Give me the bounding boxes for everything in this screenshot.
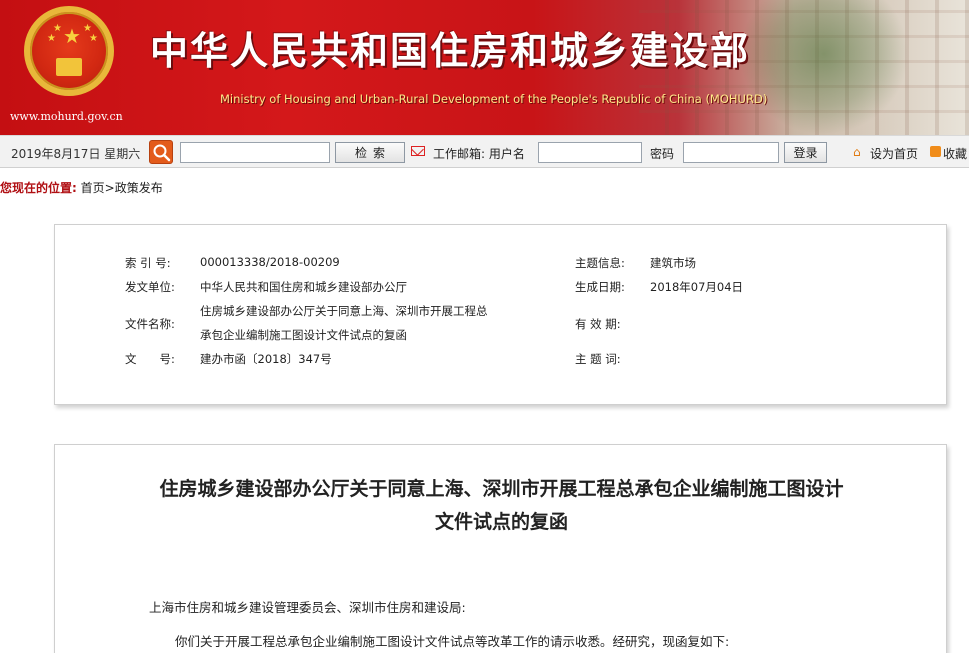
filename-value-line1: 住房城乡建设部办公厅关于同意上海、深圳市开展工程总 xyxy=(200,304,488,318)
breadcrumb-current-link[interactable]: 政策发布 xyxy=(115,181,163,195)
document-content-panel: 住房城乡建设部办公厅关于同意上海、深圳市开展工程总承包企业编制施工图设计 文件试… xyxy=(54,444,947,653)
site-subtitle: Ministry of Housing and Urban-Rural Deve… xyxy=(220,92,768,106)
star-icon: ★ xyxy=(47,33,56,44)
login-button[interactable]: 登录 xyxy=(784,142,827,163)
password-label: 密码 xyxy=(650,147,675,161)
breadcrumb-home-link[interactable]: 首页 xyxy=(81,181,105,195)
site-title: 中华人民共和国住房和城乡建设部 xyxy=(150,28,751,73)
search-icon[interactable] xyxy=(149,140,173,164)
validity-label: 有 效 期: xyxy=(575,317,621,331)
star-icon: ★ xyxy=(53,23,62,34)
favorite-link[interactable]: 收藏 xyxy=(943,145,967,162)
index-number-label: 索 引 号: xyxy=(125,256,171,270)
star-icon: ★ xyxy=(89,33,98,44)
search-button[interactable]: 检索 xyxy=(335,142,405,163)
search-input[interactable] xyxy=(180,142,330,163)
document-metadata-panel: 索 引 号: 000013338/2018-00209 发文单位: 中华人民共和… xyxy=(54,224,947,405)
breadcrumb-label: 您现在的位置: xyxy=(0,181,77,195)
star-icon: ★ xyxy=(63,24,81,48)
document-number-value: 建办市函〔2018〕347号 xyxy=(200,352,332,366)
document-paragraph: 你们关于开展工程总承包企业编制施工图设计文件试点等改革工作的请示收悉。经研究，现… xyxy=(175,634,730,649)
index-number-value: 000013338/2018-00209 xyxy=(200,255,340,269)
document-title: 住房城乡建设部办公厅关于同意上海、深圳市开展工程总承包企业编制施工图设计 文件试… xyxy=(85,473,918,539)
issuer-value: 中华人民共和国住房和城乡建设部办公厅 xyxy=(200,280,407,294)
header-banner: ★ ★ ★ ★ ★ www.mohurd.gov.cn 中华人民共和国住房和城乡… xyxy=(0,0,969,135)
mail-icon xyxy=(411,146,425,156)
username-input[interactable] xyxy=(538,142,642,163)
generated-date-label: 生成日期: xyxy=(575,280,625,294)
tree-background xyxy=(739,0,909,135)
set-homepage-link[interactable]: 设为首页 xyxy=(870,145,918,162)
document-title-line2: 文件试点的复函 xyxy=(434,511,568,533)
filename-value-line2: 承包企业编制施工图设计文件试点的复函 xyxy=(200,328,407,342)
generated-date-value: 2018年07月04日 xyxy=(650,280,744,294)
rss-icon[interactable] xyxy=(930,146,941,157)
breadcrumb-separator: > xyxy=(104,181,115,195)
topic-label: 主题信息: xyxy=(575,256,625,270)
toolbar: 2019年8月17日 星期六 检索 工作邮箱: 用户名 密码 登录 ⌂ 设为首页… xyxy=(0,135,969,168)
document-number-label: 文 号: xyxy=(125,352,175,366)
document-salutation: 上海市住房和城乡建设管理委员会、深圳市住房和建设局: xyxy=(149,600,466,615)
mail-username-label: 工作邮箱: 用户名 xyxy=(433,147,525,161)
topic-value: 建筑市场 xyxy=(650,256,696,270)
tiananmen-icon xyxy=(56,58,82,76)
current-date: 2019年8月17日 星期六 xyxy=(11,147,141,161)
keywords-label: 主 题 词: xyxy=(575,352,621,366)
issuer-label: 发文单位: xyxy=(125,280,175,294)
document-title-line1: 住房城乡建设部办公厅关于同意上海、深圳市开展工程总承包企业编制施工图设计 xyxy=(159,478,844,500)
national-emblem-icon: ★ ★ ★ ★ ★ xyxy=(24,6,114,96)
breadcrumb: 您现在的位置: 首页>政策发布 xyxy=(0,179,163,196)
home-icon[interactable]: ⌂ xyxy=(853,145,861,159)
filename-label: 文件名称: xyxy=(125,317,175,331)
site-url: www.mohurd.gov.cn xyxy=(10,110,123,123)
password-input[interactable] xyxy=(683,142,779,163)
